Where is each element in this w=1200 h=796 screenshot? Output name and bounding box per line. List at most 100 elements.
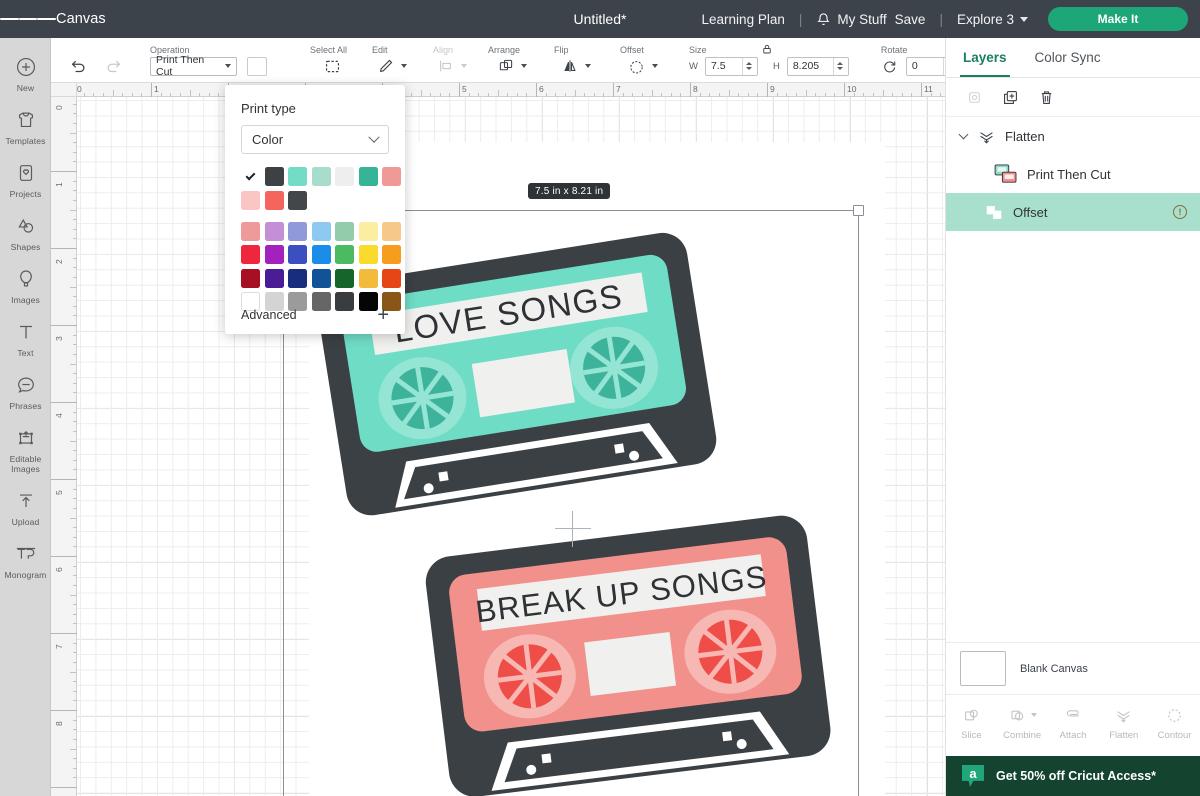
chevron-down-icon[interactable] (521, 64, 527, 68)
sidebar-item-images[interactable]: Images (0, 258, 51, 311)
print-type-select[interactable]: Color (241, 125, 389, 154)
chevron-down-icon[interactable] (958, 129, 969, 140)
operation-color-swatch[interactable] (246, 56, 267, 76)
layer-row-print-then-cut[interactable]: Print Then Cut (946, 155, 1200, 193)
color-swatch[interactable] (288, 190, 307, 210)
color-swatch[interactable] (382, 167, 401, 186)
color-swatch[interactable] (241, 268, 260, 288)
sidebar-item-editable-images[interactable]: Editable Images (0, 417, 51, 480)
sidebar-item-templates[interactable]: Templates (0, 99, 51, 152)
color-swatch[interactable] (264, 190, 284, 210)
color-swatch[interactable] (358, 268, 378, 288)
sidebar-item-phrases[interactable]: Phrases (0, 364, 51, 417)
slice-button[interactable]: Slice (948, 704, 994, 741)
tab-color-sync[interactable]: Color Sync (1035, 38, 1101, 77)
chevron-down-icon (368, 131, 380, 143)
color-swatch[interactable] (264, 268, 284, 288)
cricut-access-promo[interactable]: a Get 50% off Cricut Access* (946, 756, 1200, 796)
layer-row-flatten[interactable]: Flatten (946, 117, 1200, 155)
chevron-down-icon[interactable] (651, 64, 658, 68)
color-swatch[interactable] (241, 190, 260, 210)
chevron-down-icon[interactable] (401, 64, 407, 68)
sidebar-item-text[interactable]: Text (0, 311, 51, 364)
color-swatch[interactable] (264, 221, 284, 241)
learning-plan-link[interactable]: Learning Plan (694, 12, 793, 27)
width-input[interactable] (705, 60, 742, 72)
attach-button[interactable]: Attach (1050, 704, 1096, 741)
ruler-minor-tick (73, 469, 77, 471)
color-swatch[interactable] (311, 221, 331, 241)
select-all-icon[interactable] (323, 57, 342, 76)
color-swatch[interactable] (241, 245, 260, 264)
make-it-button[interactable]: Make It (1048, 7, 1188, 31)
sidebar-item-monogram[interactable]: Monogram (0, 533, 51, 586)
flatten-button[interactable]: Flatten (1101, 704, 1147, 741)
color-swatch[interactable] (311, 167, 331, 186)
rotate-icon[interactable] (881, 58, 898, 75)
delete-trash-icon[interactable] (1037, 88, 1056, 107)
warning-icon[interactable]: ! (1173, 205, 1187, 219)
chevron-down-icon[interactable] (1030, 713, 1037, 717)
attach-paperclip-icon (1063, 704, 1083, 726)
color-swatch[interactable] (241, 221, 260, 241)
layer-row-offset[interactable]: Offset ! (946, 193, 1200, 231)
swatch-selected[interactable] (241, 167, 260, 186)
notification-bell-icon[interactable] (808, 12, 835, 27)
color-swatch[interactable] (264, 167, 284, 186)
color-swatch[interactable] (382, 221, 401, 241)
color-swatch[interactable] (335, 245, 354, 264)
height-input[interactable] (787, 60, 833, 72)
design-canvas[interactable]: 01234567891011 0123456789 LOVE SONGS (51, 83, 945, 796)
operation-select[interactable]: Print Then Cut (150, 54, 237, 78)
hamburger-icon[interactable] (0, 0, 57, 38)
add-color-plus-icon[interactable]: + (377, 305, 389, 325)
color-swatch[interactable] (358, 245, 378, 264)
color-swatch[interactable] (288, 167, 307, 186)
machine-selector[interactable]: Explore 3 (949, 12, 1036, 27)
sidebar-item-new[interactable]: New (0, 46, 51, 99)
edit-pencil-icon[interactable] (377, 57, 395, 75)
project-card-icon (0, 160, 51, 186)
color-swatch[interactable] (311, 245, 331, 264)
recent-color-swatches[interactable] (241, 167, 401, 210)
save-button[interactable]: Save (895, 12, 934, 27)
color-swatch[interactable] (335, 221, 354, 241)
sidebar-item-upload[interactable]: Upload (0, 480, 51, 533)
color-swatch[interactable] (358, 167, 378, 186)
undo-icon[interactable] (69, 56, 88, 75)
color-swatch[interactable] (358, 221, 378, 241)
width-stepper[interactable] (741, 57, 755, 75)
combine-button[interactable]: Combine (999, 704, 1045, 741)
flip-icon[interactable] (561, 57, 579, 75)
sidebar-item-shapes[interactable]: Shapes (0, 205, 51, 258)
ruler-minor-tick (73, 122, 77, 124)
tab-layers[interactable]: Layers (960, 38, 1010, 77)
duplicate-icon[interactable] (1001, 88, 1020, 107)
color-swatch[interactable] (335, 167, 354, 186)
color-swatch[interactable] (311, 268, 331, 288)
contour-button[interactable]: Contour (1152, 704, 1198, 741)
color-swatch[interactable] (382, 245, 401, 264)
height-field[interactable] (786, 56, 849, 76)
color-swatch[interactable] (382, 268, 401, 288)
offset-icon[interactable] (627, 57, 646, 76)
print-type-popover[interactable]: Print type Color Advanced + (225, 85, 405, 334)
color-swatch[interactable] (288, 268, 307, 288)
color-swatch[interactable] (288, 245, 307, 264)
advanced-link[interactable]: Advanced (241, 308, 297, 322)
height-stepper[interactable] (832, 57, 846, 75)
width-field[interactable] (704, 56, 758, 76)
color-swatch[interactable] (264, 245, 284, 264)
lock-closed-icon[interactable] (761, 42, 773, 60)
chevron-down-icon[interactable] (585, 64, 591, 68)
arrange-icon[interactable] (497, 57, 515, 75)
redo-icon[interactable] (104, 56, 123, 75)
blank-canvas-row[interactable]: Blank Canvas (946, 642, 1200, 694)
sidebar-item-projects[interactable]: Projects (0, 152, 51, 205)
color-swatch[interactable] (288, 221, 307, 241)
document-title[interactable]: Untitled* (574, 11, 627, 27)
color-swatch[interactable] (335, 268, 354, 288)
blank-canvas-thumbnail[interactable] (960, 651, 1006, 686)
rotate-input[interactable] (906, 60, 943, 72)
my-stuff-link[interactable]: My Stuff (835, 12, 894, 27)
